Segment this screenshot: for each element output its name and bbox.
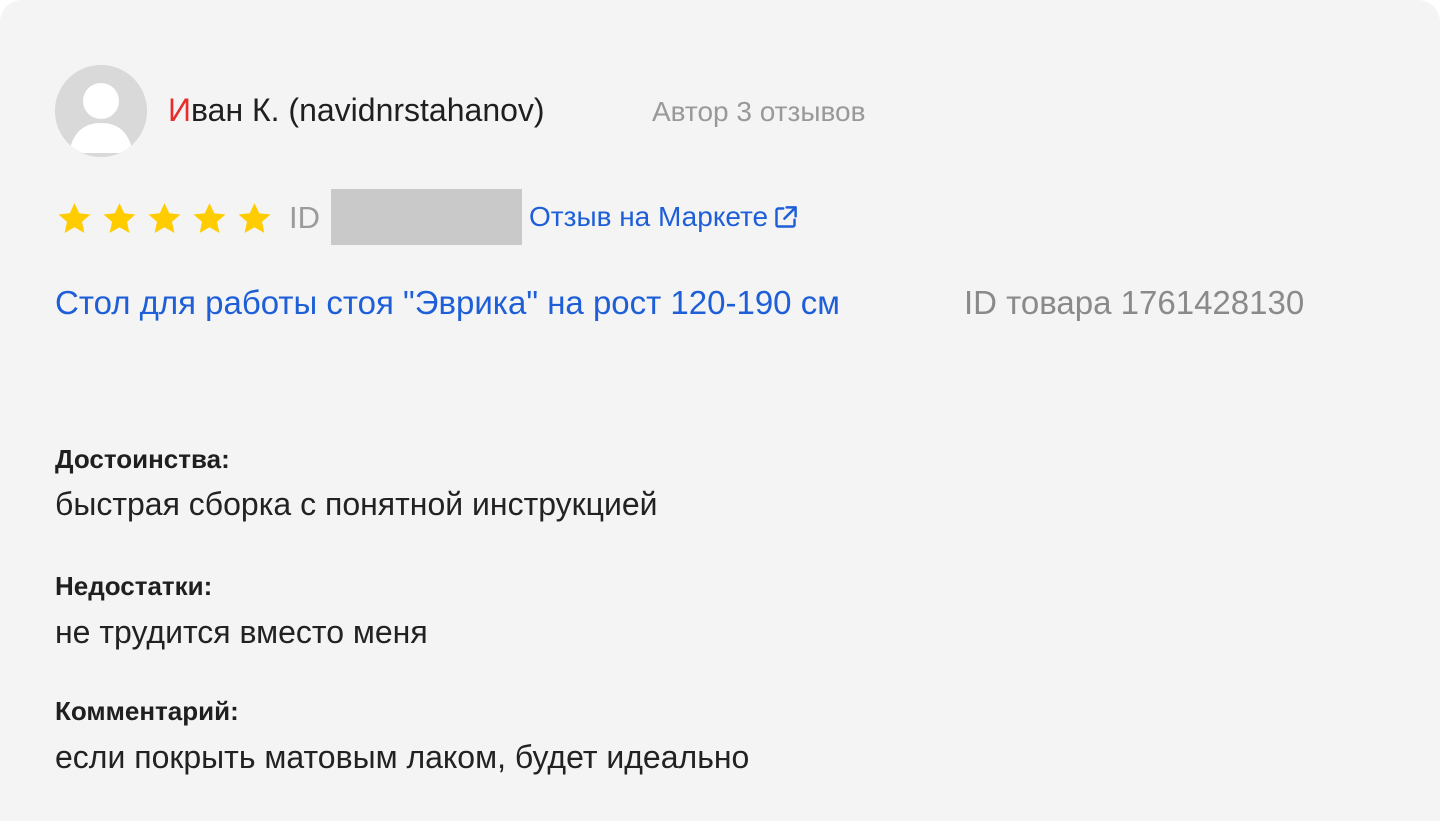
review-id-redacted — [331, 189, 522, 245]
comment-label: Комментарий: — [55, 696, 239, 726]
star-icon — [103, 202, 136, 233]
product-id: ID товара 1761428130 — [964, 284, 1305, 321]
star-icon — [58, 202, 91, 233]
author-review-count: Автор 3 отзывов — [652, 96, 866, 127]
advantages-label: Достоинства: — [55, 444, 230, 474]
disadvantages-text: не трудится вместо меня — [55, 614, 428, 650]
star-icon — [193, 202, 226, 233]
rating-stars — [55, 197, 274, 239]
author-name-rest: ван К. (navidnrstahanov) — [191, 92, 545, 128]
disadvantages-label: Недостатки: — [55, 571, 213, 601]
star-icon — [238, 202, 271, 233]
star-icon — [148, 202, 181, 233]
product-link[interactable]: Стол для работы стоя "Эврика" на рост 12… — [55, 280, 840, 326]
advantages-text: быстрая сборка с понятной инструкцией — [55, 486, 658, 522]
author-name[interactable]: Иван К. (navidnrstahanov) — [168, 88, 545, 132]
comment-text: если покрыть матовым лаком, будет идеаль… — [55, 739, 750, 775]
review-id-label: ID — [289, 200, 320, 235]
market-review-link-label: Отзыв на Маркете — [529, 201, 769, 232]
review-card: Иван К. (navidnrstahanov) Автор 3 отзыво… — [0, 0, 1440, 821]
user-avatar-icon — [55, 65, 147, 157]
external-link-icon — [775, 205, 797, 228]
author-name-first-letter: И — [168, 92, 191, 128]
market-review-link[interactable]: Отзыв на Маркете — [529, 196, 799, 238]
avatar[interactable] — [55, 65, 147, 157]
